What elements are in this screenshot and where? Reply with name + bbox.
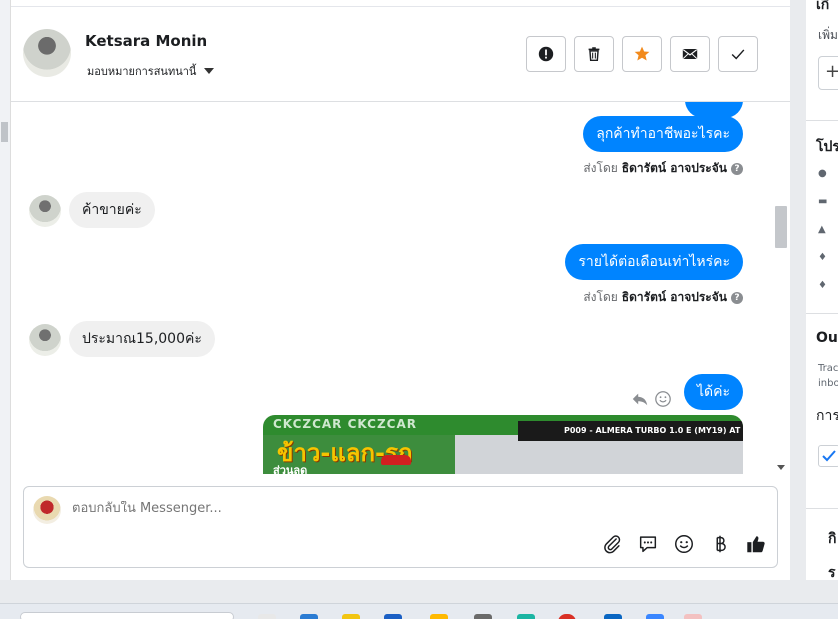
currency-icon[interactable] — [709, 533, 731, 555]
right-panel-divider — [806, 508, 838, 509]
left-scroll-strip — [0, 0, 11, 580]
sent-by-prefix: ส่งโดย — [583, 290, 618, 304]
right-panel-heading: เกี — [816, 0, 830, 13]
promo-sub: ส่วนลด — [273, 464, 308, 474]
message-composer — [23, 486, 778, 568]
sent-by-prefix: ส่งโดย — [583, 161, 618, 175]
right-panel-section-label: การ — [816, 408, 838, 424]
trash-icon — [588, 47, 600, 62]
message-scrollbar-track[interactable] — [775, 102, 789, 474]
help-icon[interactable]: ? — [731, 291, 743, 304]
work-icon: ▬ — [818, 196, 828, 207]
contact-name[interactable]: Ketsara Monin — [85, 32, 207, 50]
taskbar-search[interactable] — [20, 612, 234, 619]
conversation-panel: Ketsara Monin มอบหมายการสนทนานี้ ลุกค้าท… — [11, 0, 790, 580]
assign-label: มอบหมายการสนทนานี้ — [87, 65, 197, 78]
contact-avatar[interactable] — [23, 29, 71, 77]
sent-by-name[interactable]: ธิดารัตน์ อาจประจัน — [622, 159, 727, 178]
mark-spam-button[interactable] — [526, 36, 566, 72]
promo-top-text: CKCZCAR CKCZCAR — [273, 417, 417, 431]
composer-toolbar — [601, 533, 767, 555]
page-avatar — [33, 496, 61, 524]
taskbar-app-icon[interactable] — [258, 614, 276, 619]
sent-by-label: ส่งโดย ธิดารัตน์ อาจประจัน ? — [583, 159, 743, 178]
quick-reply-icon[interactable] — [637, 533, 659, 555]
star-button[interactable] — [622, 36, 662, 72]
message-list[interactable]: ลุกค้าทำอาชีพอะไรคะ ส่งโดย ธิดารัตน์ อาจ… — [11, 102, 790, 474]
right-panel-notes-title: ร — [828, 565, 836, 581]
check-icon — [822, 450, 836, 462]
add-button[interactable]: + — [818, 56, 838, 90]
mark-unread-button[interactable] — [670, 36, 710, 72]
right-panel-profile-title: โปร — [816, 139, 838, 155]
taskbar-app-icon[interactable] — [300, 614, 318, 619]
location-icon: ♦ — [818, 252, 827, 263]
sender-avatar[interactable] — [29, 324, 61, 356]
message-bubble-outgoing[interactable]: ได้ค่ะ — [683, 374, 743, 410]
assign-conversation-dropdown[interactable]: มอบหมายการสนทนานี้ — [87, 62, 215, 80]
conversation-header: Ketsara Monin มอบหมายการสนทนานี้ — [11, 0, 790, 102]
os-taskbar — [0, 603, 838, 619]
message-bubble-outgoing[interactable]: รายได้ต่อเดือนเท่าไหร่คะ — [565, 244, 743, 280]
left-scrollbar-thumb[interactable] — [1, 122, 8, 142]
promo-image[interactable]: CKCZCAR CKCZCAR P009 - ALMERA TURBO 1.0 … — [263, 415, 743, 474]
right-panel-activity-title: กิ — [828, 531, 837, 547]
taskbar-app-icon[interactable] — [646, 614, 664, 619]
car-icon — [381, 455, 411, 465]
right-details-panel: เกี เพิ่ม + โปร ● ▬ ▲ ♦ ♦ Ou Trac inbo ก… — [806, 0, 838, 581]
check-icon — [731, 49, 745, 60]
attach-icon[interactable] — [601, 533, 623, 555]
message-bubble-outgoing[interactable]: ลุกค้าทำอาชีพอะไรคะ — [583, 116, 743, 152]
scroll-down-arrow-icon[interactable] — [777, 465, 785, 470]
envelope-icon — [682, 49, 698, 59]
spam-icon — [538, 46, 554, 62]
message-scrollbar-thumb[interactable] — [775, 206, 787, 248]
like-icon[interactable] — [745, 533, 767, 555]
education-icon: ▲ — [818, 224, 826, 235]
right-panel-add-label: เพิ่ม — [818, 28, 838, 42]
reply-input[interactable] — [72, 501, 722, 516]
hometown-icon: ♦ — [818, 280, 827, 291]
right-panel-divider — [806, 120, 838, 121]
emoji-icon[interactable] — [673, 533, 695, 555]
message-bubble-incoming[interactable]: ประมาณ15,000ค่ะ — [69, 321, 215, 357]
taskbar-app-icon[interactable] — [684, 614, 702, 619]
taskbar-app-icon[interactable] — [474, 614, 492, 619]
taskbar-app-icon[interactable] — [342, 614, 360, 619]
right-panel-section-title: Ou — [816, 330, 838, 346]
taskbar-app-icon[interactable] — [517, 614, 535, 619]
sent-by-name[interactable]: ธิดารัตน์ อาจประจัน — [622, 288, 727, 307]
message-bubble-incoming[interactable]: ค้าขายค่ะ — [69, 192, 155, 228]
delete-button[interactable] — [574, 36, 614, 72]
clock-icon: ● — [818, 168, 827, 179]
right-panel-divider — [806, 313, 838, 314]
sender-avatar[interactable] — [29, 195, 61, 227]
react-emoji-icon[interactable] — [654, 390, 672, 408]
sent-by-label: ส่งโดย ธิดารัตน์ อาจประจัน ? — [583, 288, 743, 307]
header-divider — [11, 6, 790, 7]
taskbar-app-icon[interactable] — [558, 614, 576, 619]
mark-done-button[interactable] — [718, 36, 758, 72]
help-icon[interactable]: ? — [731, 162, 743, 175]
right-panel-section-desc: inbo — [818, 378, 838, 389]
caret-down-icon — [204, 68, 215, 74]
conversation-actions — [526, 36, 758, 72]
taskbar-app-icon[interactable] — [604, 614, 622, 619]
promo-banner-text: P009 - ALMERA TURBO 1.0 E (MY19) AT — [518, 421, 743, 441]
reply-icon[interactable] — [631, 390, 649, 408]
right-panel-section-desc: Trac — [818, 363, 838, 374]
star-icon — [634, 46, 650, 61]
taskbar-app-icon[interactable] — [430, 614, 448, 619]
enable-checkbox[interactable] — [818, 445, 838, 467]
taskbar-app-icon[interactable] — [384, 614, 402, 619]
